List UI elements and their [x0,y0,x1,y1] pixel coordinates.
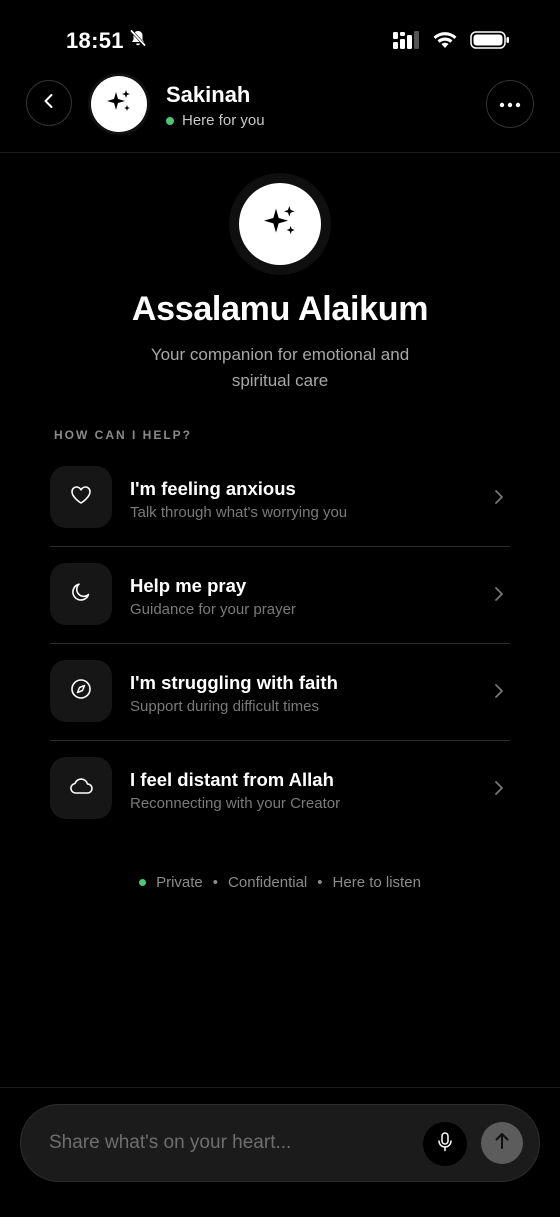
privacy-indicator [139,879,147,886]
option-struggling-with-faith[interactable]: I'm struggling with faith Support during… [50,644,510,741]
help-options-list: I'm feeling anxious Talk through what's … [50,450,510,838]
chat-header: Sakinah Here for you [0,72,560,153]
cellular-signal-icon [392,30,420,55]
hero-avatar [229,173,331,275]
option-icon-box [50,563,112,625]
option-title: I'm struggling with faith [130,672,338,693]
chevron-right-icon [492,682,506,705]
option-title: I'm feeling anxious [130,478,296,499]
option-feeling-anxious[interactable]: I'm feeling anxious Talk through what's … [50,450,510,547]
heart-icon [69,483,93,512]
message-input[interactable] [47,1105,399,1181]
option-icon-box [50,757,112,819]
separator-dot: • [212,874,219,891]
option-title: Help me pray [130,575,247,596]
status-indicators [392,30,510,55]
bell-muted-icon [128,28,148,54]
status-time-text: 18:51 [66,28,124,53]
battery-icon [470,30,510,55]
assistant-avatar [91,76,147,132]
assistant-status-text: Here for you [182,112,265,129]
sparkles-icon [104,87,134,122]
assistant-name: Sakinah [166,82,251,107]
option-icon-box [50,466,112,528]
status-time: 18:51 [66,28,148,54]
separator-dot: • [317,874,323,891]
chevron-left-icon [40,92,58,115]
send-button[interactable] [481,1122,523,1164]
wifi-icon [432,30,458,55]
option-subtitle: Support during difficult times [130,698,319,715]
moon-icon [69,580,93,609]
option-subtitle: Talk through what's worrying you [130,504,348,521]
compass-icon [69,677,93,706]
online-indicator [166,116,174,125]
section-label: HOW CAN I HELP? [54,428,192,442]
privacy-note-confidential: Confidential [228,874,308,891]
status-bar: 18:51 [0,0,560,80]
ellipsis-icon [499,95,521,113]
option-title: I feel distant from Allah [130,769,334,790]
chevron-right-icon [492,585,506,608]
privacy-note-listen: Here to listen [332,874,421,891]
privacy-note-private: Private [156,874,203,891]
cloud-icon [67,774,95,803]
option-subtitle: Reconnecting with your Creator [130,795,341,812]
microphone-icon [435,1131,455,1158]
option-help-me-pray[interactable]: Help me pray Guidance for your prayer [50,547,510,644]
option-subtitle: Guidance for your prayer [130,601,296,618]
arrow-up-icon [493,1131,511,1156]
option-icon-box [50,660,112,722]
hero-avatar-inner [239,183,321,265]
back-button[interactable] [26,80,72,126]
message-composer [20,1104,540,1182]
privacy-note: Private • Confidential • Here to listen [0,874,560,891]
sparkles-icon [260,202,300,247]
option-distant-from-allah[interactable]: I feel distant from Allah Reconnecting w… [50,741,510,838]
greeting-title: Assalamu Alaikum [131,290,429,328]
composer-area [0,1087,560,1217]
microphone-button[interactable] [423,1122,467,1166]
greeting-subtitle: Your companion for emotional and spiritu… [150,345,410,390]
chevron-right-icon [492,488,506,511]
more-options-button[interactable] [486,80,534,128]
chevron-right-icon [492,779,506,802]
assistant-status: Here for you [166,112,265,129]
